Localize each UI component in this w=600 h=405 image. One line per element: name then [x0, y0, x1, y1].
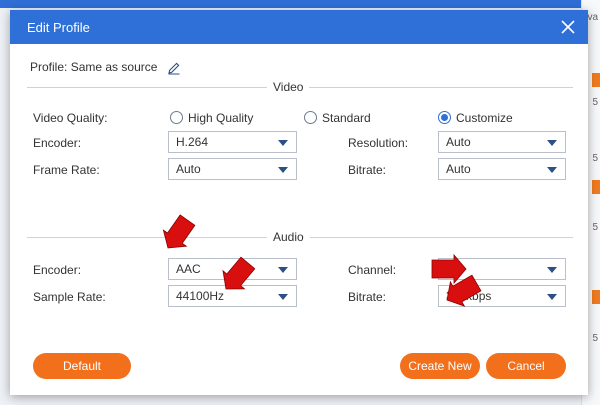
- create-new-button[interactable]: Create New: [400, 353, 480, 379]
- audio-encoder-select[interactable]: AAC: [168, 258, 297, 280]
- audio-bitrate-value: 320kbps: [446, 289, 492, 303]
- audio-section-title: Audio: [267, 230, 310, 244]
- frame-rate-select[interactable]: Auto: [168, 158, 297, 180]
- resolution-select[interactable]: Auto: [438, 131, 566, 153]
- video-encoder-label: Encoder:: [33, 136, 82, 150]
- background-orange-badge: [592, 180, 600, 194]
- sample-rate-label: Sample Rate:: [33, 290, 106, 304]
- radio-high-quality-label[interactable]: High Quality: [188, 111, 253, 125]
- radio-standard[interactable]: [304, 111, 317, 124]
- frame-rate-value: Auto: [176, 162, 201, 176]
- radio-customize-label[interactable]: Customize: [456, 111, 513, 125]
- chevron-down-icon: [547, 140, 557, 146]
- audio-encoder-value: AAC: [176, 262, 201, 276]
- video-bitrate-value: Auto: [446, 162, 471, 176]
- chevron-down-icon: [278, 140, 288, 146]
- video-quality-label: Video Quality:: [33, 111, 108, 125]
- video-bitrate-select[interactable]: Auto: [438, 158, 566, 180]
- channel-label: Channel:: [348, 263, 397, 277]
- background-fragment: 5: [592, 333, 598, 344]
- audio-bitrate-select[interactable]: 320kbps: [438, 285, 566, 307]
- sample-rate-select[interactable]: 44100Hz: [168, 285, 297, 307]
- profile-row: Profile: Same as source: [30, 60, 181, 75]
- video-bitrate-label: Bitrate:: [348, 163, 387, 177]
- chevron-down-icon: [278, 294, 288, 300]
- background-fragment: 5: [592, 97, 598, 108]
- cancel-button[interactable]: Cancel: [486, 353, 566, 379]
- chevron-down-icon: [278, 167, 288, 173]
- audio-encoder-label: Encoder:: [33, 263, 82, 277]
- edit-profile-dialog: Edit Profile Profile: Same as source Vid…: [10, 10, 588, 395]
- chevron-down-icon: [547, 294, 557, 300]
- channel-value: 5.1: [446, 262, 463, 276]
- background-orange-badge: [592, 290, 600, 304]
- default-button[interactable]: Default: [33, 353, 131, 379]
- profile-value: Same as source: [70, 60, 158, 74]
- title-bar: Edit Profile: [10, 10, 588, 44]
- chevron-down-icon: [547, 267, 557, 273]
- resolution-label: Resolution:: [348, 136, 409, 150]
- profile-label: Profile:: [30, 60, 68, 74]
- video-section-title: Video: [267, 80, 310, 94]
- dialog-title: Edit Profile: [27, 20, 90, 35]
- background-fragment: 5: [592, 153, 598, 164]
- audio-bitrate-label: Bitrate:: [348, 290, 387, 304]
- background-fragment: 5: [592, 222, 598, 233]
- radio-standard-label[interactable]: Standard: [322, 111, 371, 125]
- pencil-icon[interactable]: [167, 61, 181, 75]
- radio-high-quality[interactable]: [170, 111, 183, 124]
- channel-select[interactable]: 5.1: [438, 258, 566, 280]
- chevron-down-icon: [278, 267, 288, 273]
- background-fragment: va: [587, 12, 598, 23]
- chevron-down-icon: [547, 167, 557, 173]
- background-app-strip: [0, 0, 600, 8]
- background-orange-badge: [592, 73, 600, 87]
- sample-rate-value: 44100Hz: [176, 289, 225, 303]
- radio-customize[interactable]: [438, 111, 451, 124]
- video-encoder-select[interactable]: H.264: [168, 131, 297, 153]
- video-encoder-value: H.264: [176, 135, 209, 149]
- close-icon[interactable]: [558, 17, 578, 37]
- resolution-value: Auto: [446, 135, 471, 149]
- frame-rate-label: Frame Rate:: [33, 163, 100, 177]
